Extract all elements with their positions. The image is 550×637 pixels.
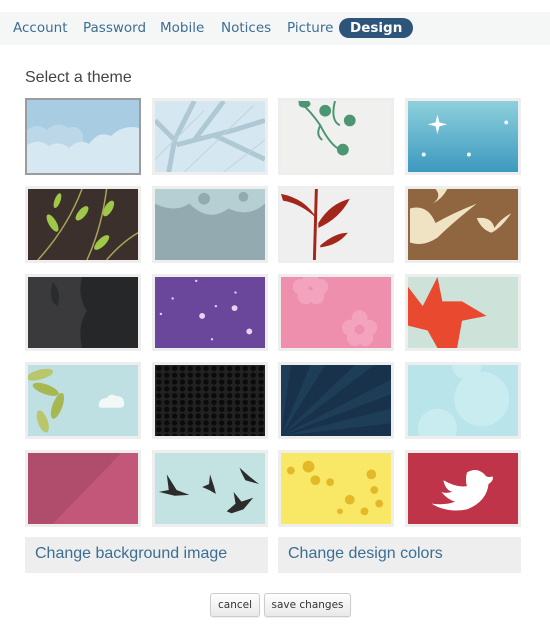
sky-clouds-thumbnail	[27, 100, 139, 173]
brown-birds-thumbnail	[408, 189, 518, 260]
theme-brown-leaves[interactable]	[25, 186, 141, 263]
blue-sparkles-thumbnail	[408, 101, 518, 172]
theme-navy-rays[interactable]	[278, 362, 394, 439]
gray-foliage-thumbnail	[155, 189, 265, 260]
navy-rays-thumbnail	[281, 365, 391, 436]
save-changes-button[interactable]: save changes	[264, 593, 351, 617]
theme-gray-foliage[interactable]	[152, 186, 268, 263]
theme-green-vines[interactable]	[278, 98, 394, 175]
red-maple-leaf-thumbnail	[408, 277, 518, 348]
cancel-button[interactable]: cancel	[210, 593, 260, 617]
tab-account[interactable]: Account	[13, 19, 68, 37]
theme-sky-clouds[interactable]	[25, 98, 141, 175]
theme-light-blue-bokeh[interactable]	[405, 362, 521, 439]
light-blue-bokeh-thumbnail	[408, 365, 518, 436]
change-background-panel: Change background image	[25, 537, 268, 573]
raspberry-diagonal-thumbnail	[28, 453, 138, 524]
theme-twitter-bird[interactable]	[405, 450, 521, 527]
twitter-bird-thumbnail	[408, 453, 518, 524]
yellow-leaves-thumbnail	[281, 453, 391, 524]
theme-blue-sparkles[interactable]	[405, 98, 521, 175]
green-vines-thumbnail	[281, 101, 391, 172]
theme-red-maple-leaf[interactable]	[405, 274, 521, 351]
theme-pink-flowers[interactable]	[278, 274, 394, 351]
theme-flying-birds[interactable]	[152, 450, 268, 527]
tab-notices[interactable]: Notices	[221, 19, 271, 37]
theme-bare-tree[interactable]	[152, 98, 268, 175]
pink-flowers-thumbnail	[281, 277, 391, 348]
section-heading: Select a theme	[25, 69, 132, 86]
settings-nav: Account Password Mobile Notices Picture …	[0, 12, 550, 45]
theme-raspberry-diagonal[interactable]	[25, 450, 141, 527]
theme-purple-stars[interactable]	[152, 274, 268, 351]
red-plant-thumbnail	[281, 189, 391, 260]
change-colors-panel: Change design colors	[278, 537, 521, 573]
change-design-colors-link[interactable]: Change design colors	[288, 545, 443, 563]
theme-leaves-cloud[interactable]	[25, 362, 141, 439]
tab-password[interactable]: Password	[83, 19, 146, 37]
theme-red-plant[interactable]	[278, 186, 394, 263]
flying-birds-thumbnail	[155, 453, 265, 524]
tab-picture[interactable]: Picture	[287, 19, 333, 37]
theme-black-hexagons[interactable]	[152, 362, 268, 439]
theme-dark-texture[interactable]	[25, 274, 141, 351]
purple-stars-thumbnail	[155, 277, 265, 348]
theme-brown-birds[interactable]	[405, 186, 521, 263]
black-hexagons-thumbnail	[155, 365, 265, 436]
change-background-image-link[interactable]: Change background image	[35, 545, 227, 563]
leaves-cloud-thumbnail	[28, 365, 138, 436]
bare-tree-thumbnail	[155, 101, 265, 172]
tab-design[interactable]: Design	[339, 18, 414, 38]
theme-yellow-leaves[interactable]	[278, 450, 394, 527]
tab-mobile[interactable]: Mobile	[160, 19, 204, 37]
dark-texture-thumbnail	[28, 277, 138, 348]
brown-leaves-thumbnail	[28, 189, 138, 260]
